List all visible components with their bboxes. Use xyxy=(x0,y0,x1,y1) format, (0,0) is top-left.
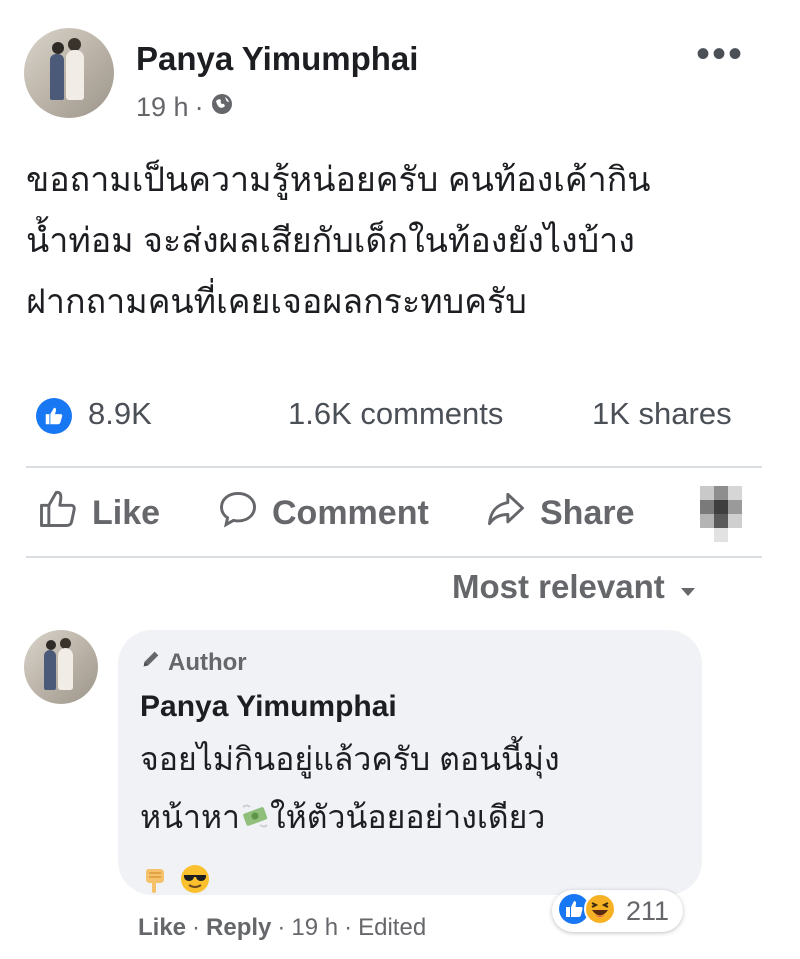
post-author-avatar[interactable] xyxy=(24,28,114,118)
author-badge: Author xyxy=(140,648,247,677)
comment-sort-dropdown[interactable]: Most relevant xyxy=(452,568,697,606)
sunglasses-emoji-icon xyxy=(179,855,211,913)
blurred-avatar-selector[interactable] xyxy=(700,486,752,542)
post-text-line: ขอถามเป็นความรู้หน่อยครับ คนท้องเค้ากิน xyxy=(26,161,651,199)
globe-icon xyxy=(210,92,234,123)
comment-text-fragment: หน้าหา xyxy=(140,799,240,835)
comment-reactions[interactable]: 211 xyxy=(552,890,684,932)
comment-time[interactable]: 19 h xyxy=(291,914,338,942)
like-label: Like xyxy=(92,493,161,532)
comment-label: Comment xyxy=(272,493,429,532)
like-reaction-icon[interactable] xyxy=(36,398,72,434)
comment-text-line: หน้าหา ให้ตัวน้อยอย่างเดียว xyxy=(140,788,560,849)
post-text-line: ฝากถามคนที่เคยเจอผลกระทบครับ xyxy=(26,283,527,321)
comment-author-avatar[interactable] xyxy=(24,630,98,704)
comment-bubble-icon xyxy=(216,487,260,540)
sort-label: Most relevant xyxy=(452,568,665,605)
meta-separator: · xyxy=(194,92,204,122)
pencil-icon xyxy=(140,648,162,677)
comment-bubble: Author Panya Yimumphai จอยไม่กินอยู่แล้ว… xyxy=(118,630,702,895)
comment-actions: Like · Reply · 19 h · Edited xyxy=(138,914,426,942)
like-button[interactable]: Like xyxy=(36,488,160,538)
comment-author-name[interactable]: Panya Yimumphai xyxy=(140,690,397,724)
more-options-button[interactable]: ••• xyxy=(690,34,750,84)
post-time[interactable]: 19 h xyxy=(136,92,189,123)
post-meta: 19 h · xyxy=(136,92,234,123)
share-label: Share xyxy=(540,493,635,532)
post-text: ขอถามเป็นความรู้หน่อยครับ คนท้องเค้ากิน … xyxy=(26,150,776,333)
comment-button[interactable]: Comment xyxy=(216,488,429,538)
haha-reaction-icon xyxy=(584,892,616,930)
separator: · xyxy=(277,914,286,941)
like-count[interactable]: 8.9K xyxy=(88,396,152,432)
edited-label[interactable]: Edited xyxy=(358,914,426,942)
post-text-line: น้ำท่อม จะส่งผลเสียกับเด็กในท้องยังไงบ้า… xyxy=(26,222,635,260)
shares-count[interactable]: 1K shares xyxy=(592,396,732,432)
comment-text-line: จอยไม่กินอยู่แล้วครับ ตอนนี้มุ่ง xyxy=(140,741,560,777)
reaction-count: 211 xyxy=(626,895,670,926)
money-with-wings-emoji-icon xyxy=(240,791,270,849)
separator: · xyxy=(344,914,353,941)
divider xyxy=(26,556,762,558)
comment-emoji-line xyxy=(140,853,560,914)
share-arrow-icon xyxy=(484,487,528,540)
share-button[interactable]: Share xyxy=(484,488,635,538)
pointing-down-emoji-icon xyxy=(140,855,170,913)
post-author-name[interactable]: Panya Yimumphai xyxy=(136,40,418,78)
comment-reply-link[interactable]: Reply xyxy=(206,914,271,942)
thumbs-up-icon xyxy=(36,487,80,540)
author-badge-label: Author xyxy=(168,648,247,676)
comment-text-fragment: ให้ตัวน้อยอย่างเดียว xyxy=(270,799,546,835)
comments-count[interactable]: 1.6K comments xyxy=(288,396,503,432)
post-stats: 8.9K 1.6K comments 1K shares xyxy=(26,392,766,442)
separator: · xyxy=(192,914,201,941)
comment-text: จอยไม่กินอยู่แล้วครับ ตอนนี้มุ่ง หน้าหา … xyxy=(140,730,560,913)
divider xyxy=(26,466,762,468)
caret-down-icon xyxy=(679,568,697,606)
comment-like-link[interactable]: Like xyxy=(138,914,186,942)
